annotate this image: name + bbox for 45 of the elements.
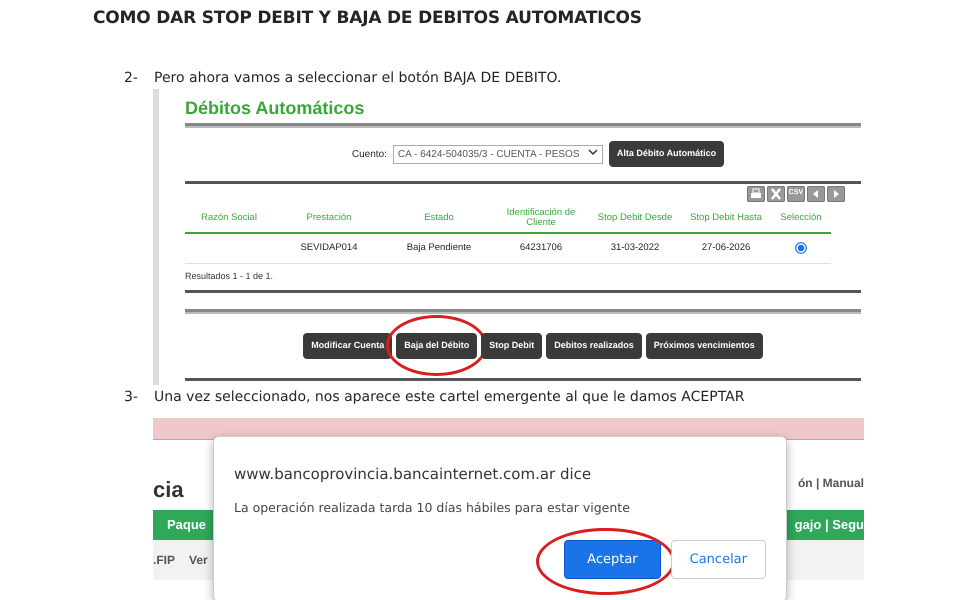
action-button[interactable]: Debitos realizados	[546, 333, 642, 359]
step-text: Una vez seleccionado, nos aparece este cartel emergente al que le damos ACEPTAR	[154, 388, 744, 406]
radio-button[interactable]	[795, 242, 807, 254]
table-cell: Baja Pendiente	[385, 234, 493, 264]
dialog-message: La operación realizada tarda 10 días hábiles para estar vigente	[234, 499, 631, 517]
column-header: Identificación de Cliente	[493, 204, 589, 234]
excel-button[interactable]	[767, 186, 785, 202]
right-triangle-icon	[832, 188, 840, 198]
step-number: 2-	[124, 68, 139, 88]
page-title: Débitos Automáticos	[185, 96, 366, 120]
action-button[interactable]: Próximos vencimientos	[646, 333, 763, 359]
document-heading: COMO DAR STOP DEBIT Y BAJA DE DEBITOS AUTOMATICOS	[93, 7, 643, 30]
step-number: 3-	[124, 388, 139, 406]
action-button[interactable]: Stop Debit	[481, 333, 542, 359]
action-button[interactable]: Modificar Cuenta	[303, 333, 392, 359]
table-cell: 64231706	[493, 234, 589, 264]
sub-nav-item[interactable]: Ver	[189, 550, 208, 568]
account-select[interactable]: CA - 6424-504035/3 - CUENTA - PESOS	[392, 144, 603, 164]
column-header: Stop Debit Hasta	[681, 204, 771, 234]
logo-text: cia	[153, 476, 184, 504]
table-cell: 31-03-2022	[589, 234, 681, 264]
column-header: Prestación	[273, 204, 385, 234]
printer-icon	[750, 188, 762, 200]
left-triangle-icon	[812, 188, 820, 198]
account-label: Cuento:	[352, 148, 387, 162]
x-icon	[770, 188, 782, 200]
ok-button[interactable]: Aceptar	[564, 540, 661, 580]
step-text: Pero ahora vamos a seleccionar el botón BAJA DE DEBITO.	[154, 68, 562, 88]
column-header: Selección	[771, 204, 831, 234]
dialog-title: www.bancoprovincia.bancainternet.com.ar dice	[234, 464, 592, 484]
header-links: ón | Manual	[798, 474, 864, 492]
cancel-button[interactable]: Cancelar	[670, 540, 766, 580]
column-header: Razón Social	[185, 204, 273, 234]
next-button[interactable]	[827, 186, 845, 202]
column-header: Stop Debit Desde	[589, 204, 681, 234]
add-debit-button[interactable]: Alta Débito Automático	[608, 141, 724, 167]
table-cell: 27-06-2026	[681, 234, 771, 264]
table-cell: SEVIDAP014	[273, 234, 385, 264]
action-button[interactable]: Baja del Débito	[396, 333, 478, 359]
previous-button[interactable]	[807, 186, 825, 202]
sub-nav-item[interactable]: .FIP	[153, 550, 176, 568]
print-button[interactable]	[747, 186, 765, 202]
results-text: Resultados 1 - 1 de 1.	[185, 270, 274, 283]
column-header: Estado	[385, 204, 493, 234]
chevron-down-icon	[588, 146, 598, 156]
